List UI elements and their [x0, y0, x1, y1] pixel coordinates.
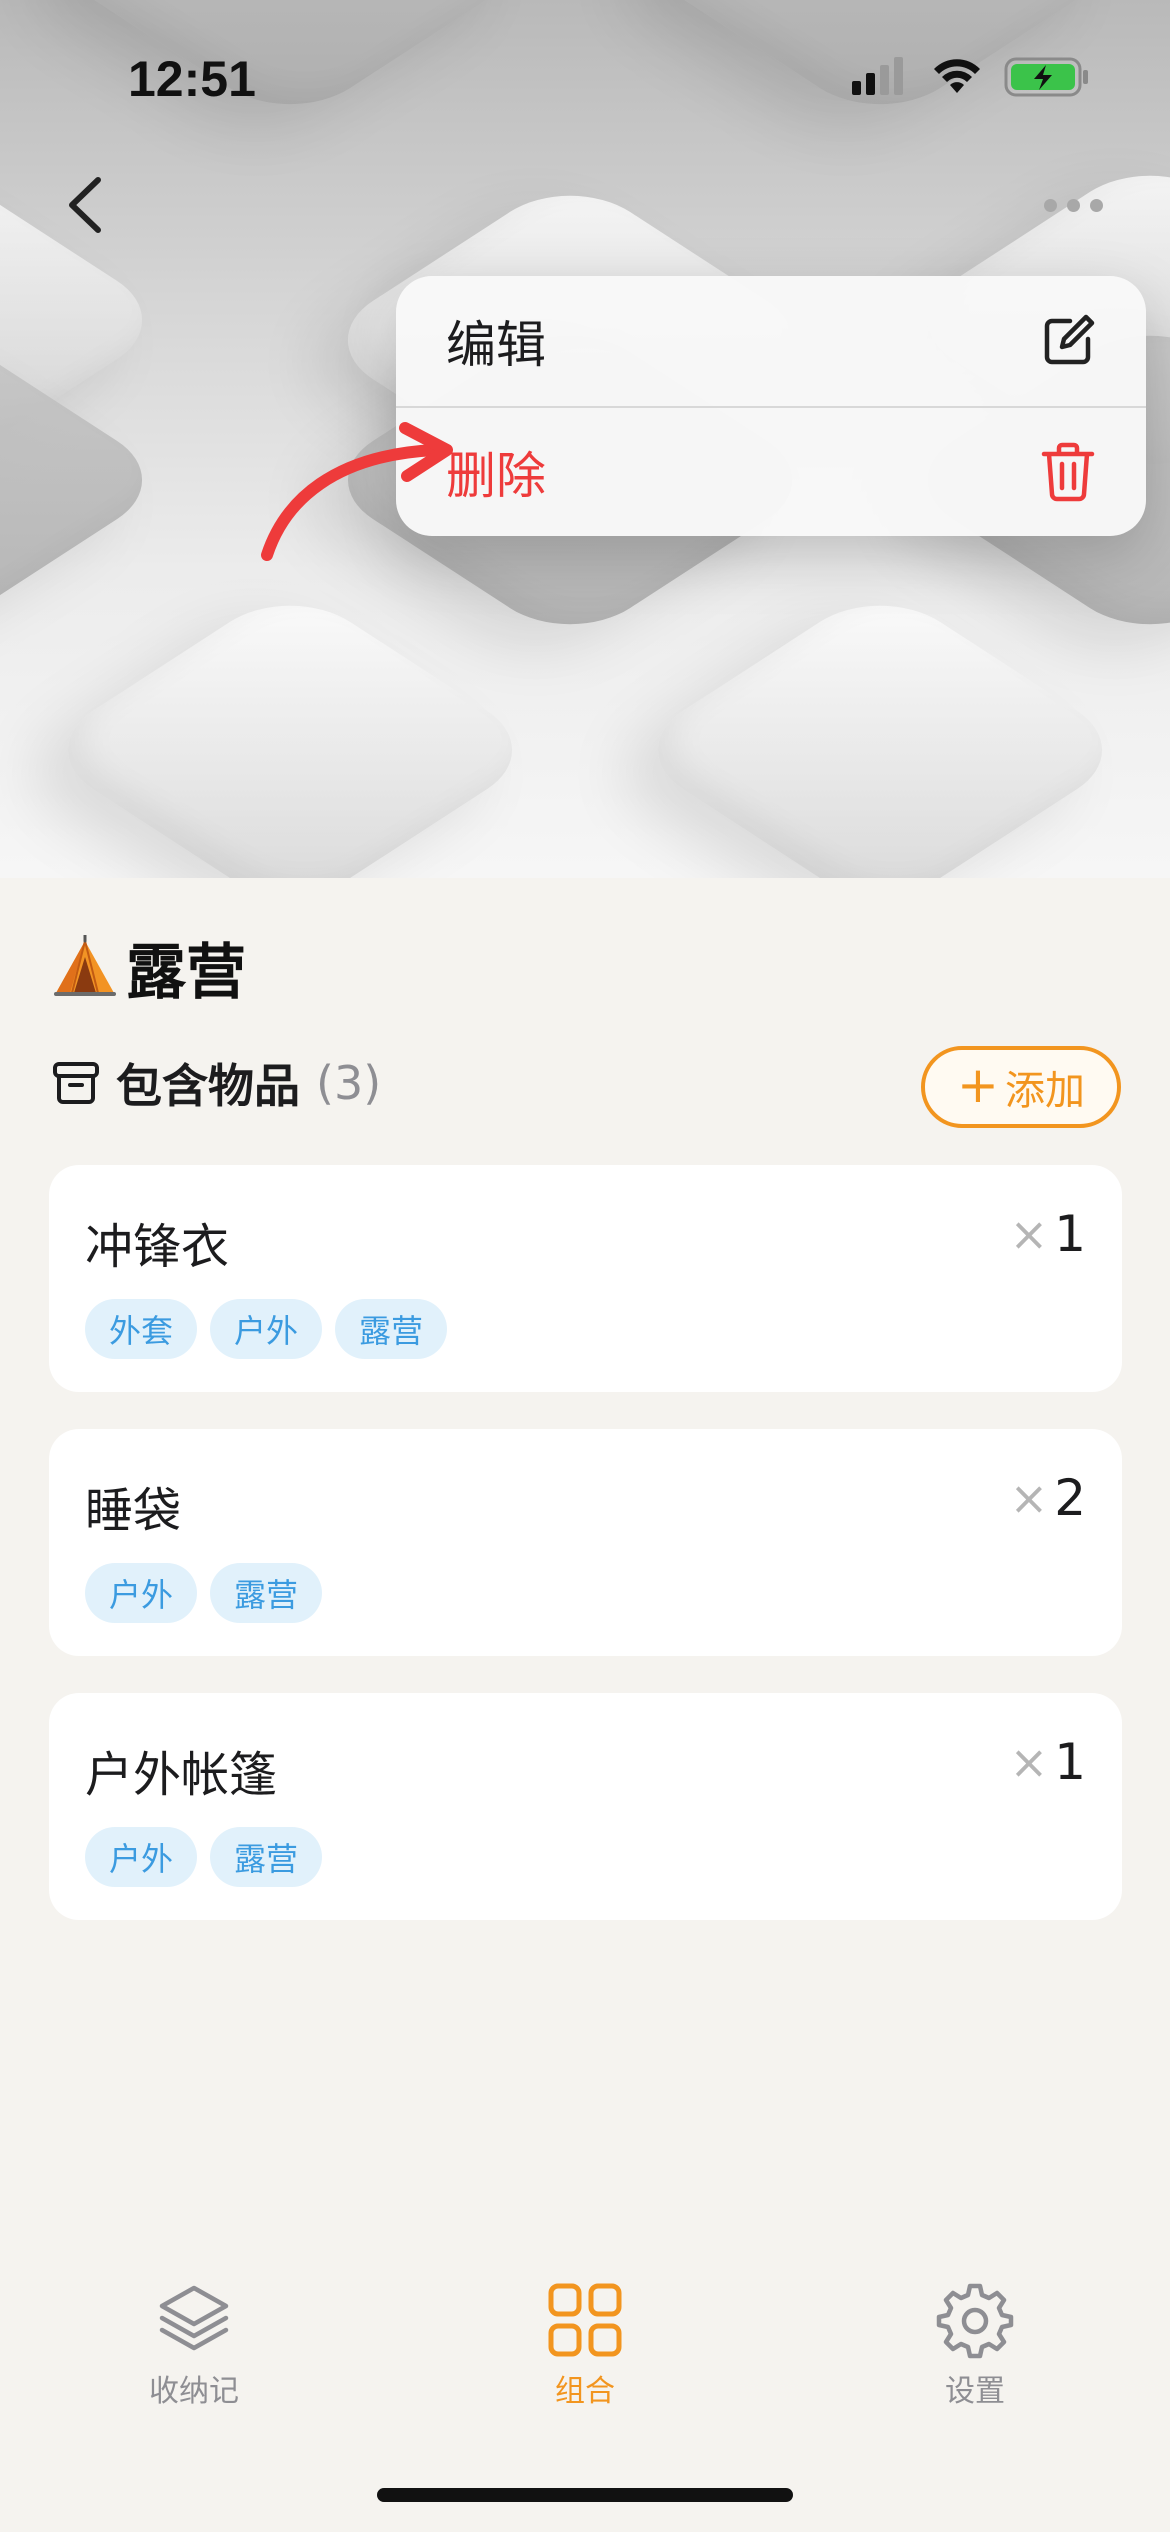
times-icon: × — [1009, 1207, 1049, 1261]
item-name: 冲锋衣 — [85, 1219, 230, 1275]
menu-edit-label: 编辑 — [446, 316, 546, 374]
tab-combinations[interactable]: 组合 — [465, 2280, 705, 2410]
gear-icon — [936, 2283, 1014, 2359]
more-dot-icon — [1067, 198, 1080, 212]
archive-box-icon — [53, 1062, 99, 1104]
chevron-left-icon — [69, 177, 101, 233]
tag[interactable]: 户外 — [210, 1299, 323, 1359]
item-name: 睡袋 — [85, 1483, 182, 1539]
times-icon: × — [1009, 1735, 1049, 1789]
item-card[interactable]: 睡袋 × 2 户外 露营 — [49, 1429, 1122, 1656]
item-tags: 户外 露营 — [85, 1563, 323, 1623]
grid-icon — [548, 2283, 622, 2357]
section-header: 包含物品 (3) — [52, 1050, 381, 1116]
item-quantity: × 2 — [1010, 1469, 1086, 1527]
annotation-arrow-icon — [261, 422, 453, 561]
more-dot-icon — [1044, 198, 1057, 212]
status-time: 12:51 — [128, 51, 256, 107]
tab-storage[interactable]: 收纳记 — [74, 2280, 314, 2410]
tab-label: 组合 — [555, 2374, 615, 2409]
item-card[interactable]: 冲锋衣 × 1 外套 户外 露营 — [49, 1165, 1122, 1392]
menu-delete-label: 删除 — [446, 447, 546, 505]
item-tags: 户外 露营 — [85, 1827, 323, 1887]
add-button-label: 添加 — [1004, 1068, 1085, 1114]
add-item-button[interactable]: + 添加 — [921, 1046, 1121, 1128]
collection-title: 露营 — [126, 938, 246, 1008]
layers-icon — [159, 2285, 229, 2351]
tab-label: 收纳记 — [149, 2374, 239, 2409]
collection-title-row: 露营 — [52, 924, 246, 1011]
quantity-value: 1 — [1054, 1733, 1086, 1791]
status-icons — [852, 56, 1090, 98]
trash-icon — [1040, 442, 1096, 502]
more-options-button[interactable] — [1044, 190, 1114, 220]
tag[interactable]: 露营 — [210, 1563, 323, 1623]
plus-icon: + — [957, 1056, 999, 1114]
times-icon: × — [1009, 1471, 1049, 1525]
item-quantity: × 1 — [1010, 1205, 1086, 1263]
tag[interactable]: 户外 — [85, 1827, 198, 1887]
tag[interactable]: 外套 — [85, 1299, 198, 1359]
menu-item-delete[interactable]: 删除 — [396, 406, 1146, 536]
section-count: (3) — [316, 1056, 382, 1110]
quantity-value: 1 — [1054, 1205, 1086, 1263]
edit-icon — [1040, 313, 1096, 369]
tag[interactable]: 户外 — [85, 1563, 198, 1623]
item-name: 户外帐篷 — [85, 1747, 278, 1803]
tent-icon — [54, 934, 116, 996]
tab-settings[interactable]: 设置 — [855, 2280, 1095, 2410]
quantity-value: 2 — [1054, 1469, 1086, 1527]
item-card[interactable]: 户外帐篷 × 1 户外 露营 — [49, 1693, 1122, 1920]
battery-charging-icon — [1004, 57, 1088, 97]
screen: 12:51 编辑 删除 露营 包含物品 (3) + 添加 冲锋衣 × 1 外套 … — [0, 0, 1170, 2532]
cellular-signal-icon — [852, 57, 903, 95]
context-menu: 编辑 删除 — [396, 276, 1146, 536]
tag[interactable]: 露营 — [210, 1827, 323, 1887]
tab-bar: 收纳记 组合 设置 — [0, 2280, 1170, 2460]
section-label: 包含物品 — [116, 1059, 300, 1113]
wifi-icon — [934, 59, 980, 93]
more-dot-icon — [1090, 198, 1103, 212]
menu-item-edit[interactable]: 编辑 — [396, 276, 1146, 406]
back-button[interactable] — [58, 170, 118, 240]
item-tags: 外套 户外 露营 — [85, 1299, 448, 1359]
tab-label: 设置 — [945, 2374, 1005, 2409]
home-indicator — [377, 2488, 793, 2502]
item-quantity: × 1 — [1010, 1733, 1086, 1791]
tag[interactable]: 露营 — [335, 1299, 448, 1359]
